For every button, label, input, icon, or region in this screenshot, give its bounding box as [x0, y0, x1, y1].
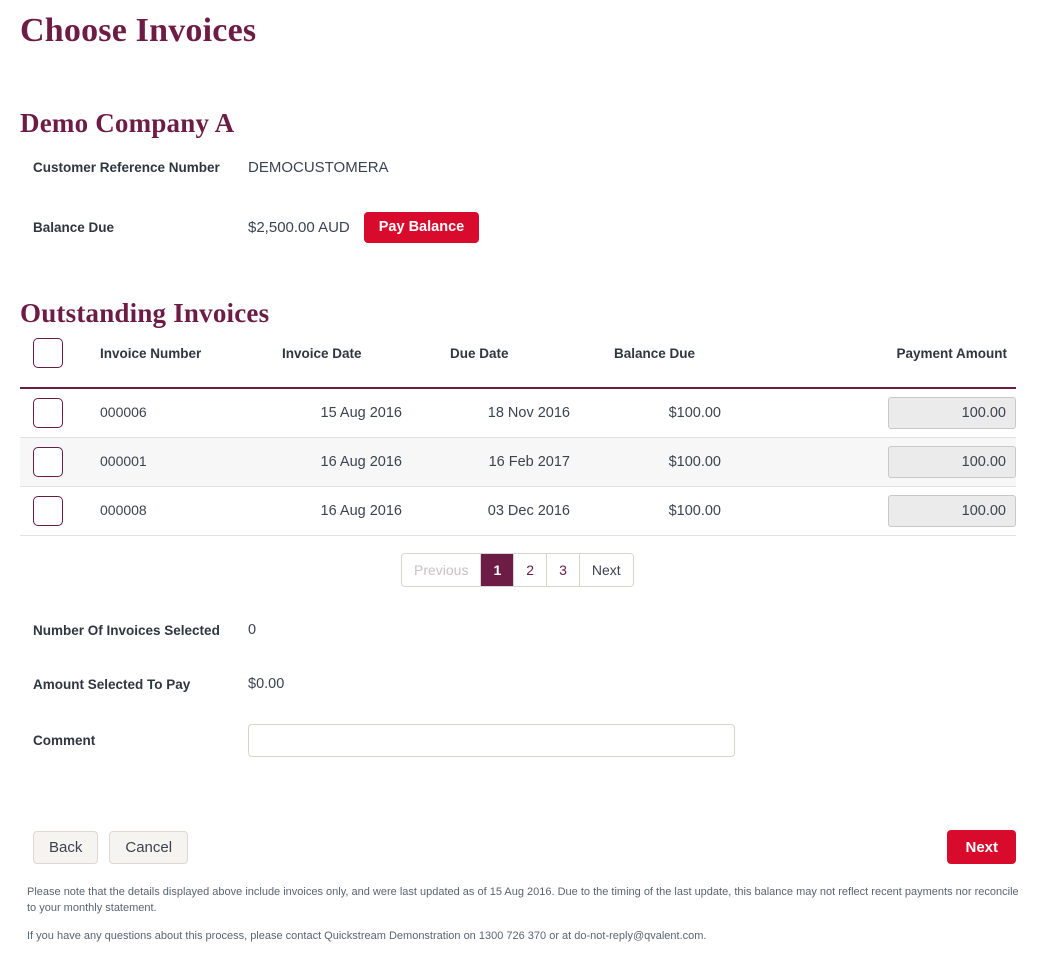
choose-invoices-page: Choose Invoices Demo Company A Customer …	[0, 0, 1049, 964]
outstanding-invoices-table: Invoice Number Invoice Date Due Date Bal…	[20, 335, 1016, 536]
row-select-cell	[20, 486, 82, 535]
payment-amount-cell	[784, 437, 1016, 486]
payment-amount-header: Payment Amount	[784, 335, 1016, 388]
table-header-row: Invoice Number Invoice Date Due Date Bal…	[20, 335, 1016, 388]
footer-left-buttons: Back Cancel	[33, 831, 188, 864]
invoice-number-text: 000001	[82, 453, 147, 469]
payment-amount-input[interactable]	[888, 397, 1016, 429]
company-name-heading: Demo Company A	[20, 110, 234, 137]
invoice-date-cell: 16 Aug 2016	[282, 486, 450, 535]
row-select-checkbox[interactable]	[33, 447, 63, 477]
pagination-next[interactable]: Next	[580, 554, 633, 586]
pay-balance-button[interactable]: Pay Balance	[364, 212, 479, 243]
balance-due-amount: $2,500.00 AUD	[248, 219, 350, 236]
balance-due-cell: $100.00	[614, 388, 784, 437]
amount-selected-value: $0.00	[248, 676, 284, 692]
balance-due-value-group: $2,500.00 AUD Pay Balance	[248, 212, 479, 243]
table-row: 000008 16 Aug 201603 Dec 2016$100.00	[20, 486, 1016, 535]
outstanding-invoices-heading: Outstanding Invoices	[20, 300, 269, 327]
pagination-page-2[interactable]: 2	[514, 554, 547, 586]
pagination: Previous 1 2 3 Next	[401, 553, 634, 587]
payment-amount-input[interactable]	[888, 446, 1016, 478]
select-all-header	[20, 335, 82, 388]
due-date-header: Due Date	[450, 335, 614, 388]
customer-reference-value: DEMOCUSTOMERA	[248, 159, 389, 176]
balance-due-label: Balance Due	[0, 220, 248, 235]
pagination-page-1[interactable]: 1	[481, 554, 514, 586]
invoice-number-text: 000008	[82, 502, 147, 518]
invoices-selected-label: Number Of Invoices Selected	[0, 623, 248, 638]
row-select-checkbox[interactable]	[33, 398, 63, 428]
table-row: 000006 15 Aug 201618 Nov 2016$100.00	[20, 388, 1016, 437]
pagination-previous[interactable]: Previous	[402, 554, 481, 586]
row-select-cell	[20, 437, 82, 486]
comment-value-group	[248, 724, 735, 757]
due-date-cell: 03 Dec 2016	[450, 486, 614, 535]
customer-reference-row: Customer Reference Number DEMOCUSTOMERA	[0, 159, 1049, 176]
table-row: 000001 16 Aug 201616 Feb 2017$100.00	[20, 437, 1016, 486]
footer-right-buttons: Next	[947, 830, 1016, 864]
invoice-number-cell: 000008	[82, 486, 282, 535]
next-button[interactable]: Next	[947, 830, 1016, 864]
footer-actions: Back Cancel Next	[0, 830, 1049, 864]
invoice-number-text: 000006	[82, 404, 147, 420]
page-title: Choose Invoices	[20, 14, 256, 48]
payment-amount-cell	[784, 486, 1016, 535]
comment-row: Comment	[0, 724, 1049, 757]
payment-amount-input[interactable]	[888, 495, 1016, 527]
disclaimer-line-1: Please note that the details displayed a…	[27, 884, 1021, 916]
invoice-date-cell: 16 Aug 2016	[282, 437, 450, 486]
balance-due-cell: $100.00	[614, 486, 784, 535]
back-button[interactable]: Back	[33, 831, 98, 864]
invoice-date-header: Invoice Date	[282, 335, 450, 388]
balance-due-row: Balance Due $2,500.00 AUD Pay Balance	[0, 212, 1049, 243]
select-all-checkbox[interactable]	[33, 338, 63, 368]
table-head: Invoice Number Invoice Date Due Date Bal…	[20, 335, 1016, 388]
amount-selected-row: Amount Selected To Pay $0.00	[0, 676, 1049, 692]
cancel-button[interactable]: Cancel	[109, 831, 188, 864]
invoices-selected-value: 0	[248, 622, 256, 638]
disclaimer-line-2: If you have any questions about this pro…	[27, 928, 1021, 944]
customer-reference-label: Customer Reference Number	[0, 160, 248, 175]
comment-label: Comment	[0, 733, 248, 748]
pagination-page-3[interactable]: 3	[547, 554, 580, 586]
invoices-selected-row: Number Of Invoices Selected 0	[0, 622, 1049, 638]
balance-due-header: Balance Due	[614, 335, 784, 388]
disclaimer: Please note that the details displayed a…	[27, 884, 1021, 944]
balance-due-cell: $100.00	[614, 437, 784, 486]
comment-input[interactable]	[248, 724, 735, 757]
invoice-number-cell: 000001	[82, 437, 282, 486]
row-select-checkbox[interactable]	[33, 496, 63, 526]
row-select-cell	[20, 388, 82, 437]
payment-amount-cell	[784, 388, 1016, 437]
table-body: 00000615 Aug 201618 Nov 2016$100.0000000…	[20, 388, 1016, 535]
invoice-number-cell: 000006	[82, 388, 282, 437]
due-date-cell: 18 Nov 2016	[450, 388, 614, 437]
amount-selected-label: Amount Selected To Pay	[0, 677, 248, 692]
due-date-cell: 16 Feb 2017	[450, 437, 614, 486]
invoice-number-header: Invoice Number	[82, 335, 282, 388]
invoice-date-cell: 15 Aug 2016	[282, 388, 450, 437]
